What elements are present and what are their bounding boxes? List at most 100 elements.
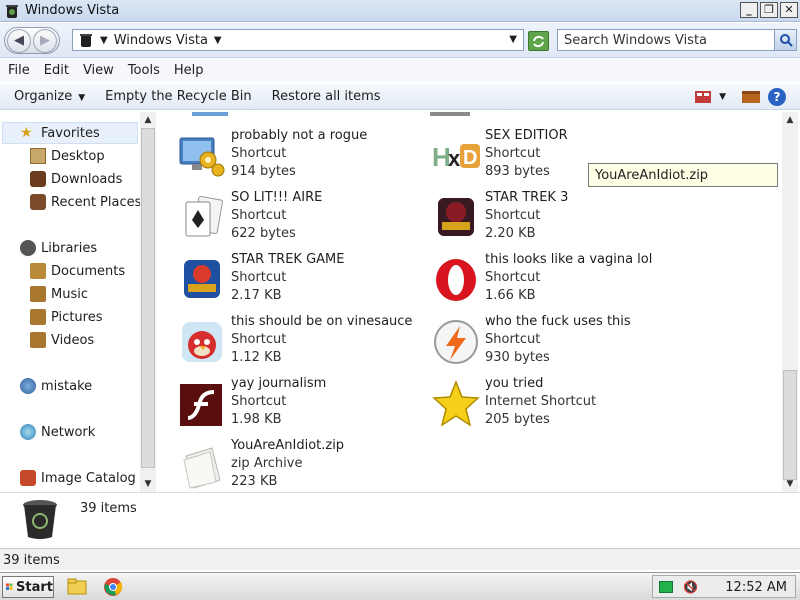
file-name: you tried <box>485 376 544 391</box>
list-item[interactable]: you tried Internet Shortcut 205 bytes <box>414 372 654 432</box>
path-dropdown-icon[interactable]: ▼ <box>214 35 222 46</box>
nav-desktop[interactable]: Desktop <box>30 146 105 166</box>
volume-muted-icon[interactable]: 🔇 <box>683 580 698 594</box>
tray-app-icon[interactable] <box>659 580 673 593</box>
nav-downloads[interactable]: Downloads <box>30 169 122 189</box>
file-name: STAR TREK GAME <box>231 252 345 267</box>
chevron-down-icon[interactable]: ▼ <box>719 92 726 102</box>
angry-birds-star-wars-icon <box>184 260 220 298</box>
menu-tools[interactable]: Tools <box>128 63 167 78</box>
preview-pane-icon[interactable] <box>742 91 760 103</box>
file-size: 914 bytes <box>231 164 296 179</box>
file-type: zip Archive <box>231 456 303 471</box>
system-tray: 🔇 12:52 AM <box>652 575 796 598</box>
nav-scroll-thumb[interactable] <box>141 128 155 468</box>
search-icon <box>779 34 793 47</box>
nav-libraries[interactable]: Libraries <box>20 238 97 258</box>
navigation-buttons: ◀ ▶ <box>4 27 60 54</box>
windows-logo-icon <box>6 583 13 591</box>
file-list-scrollbar[interactable]: ▲ ▼ <box>782 112 798 492</box>
file-name: SEX EDITIOR <box>485 128 568 143</box>
tooltip: YouAreAnIdiot.zip <box>588 163 778 187</box>
nav-favorites[interactable]: ★ Favorites <box>20 123 100 143</box>
svg-text:D: D <box>463 147 477 169</box>
maximize-button[interactable]: ❐ <box>760 2 778 18</box>
gears-monitor-icon <box>179 137 225 177</box>
list-item[interactable]: this should be on vinesauce Shortcut 1.1… <box>160 310 412 370</box>
back-arrow-icon: ◀ <box>14 33 24 48</box>
nav-music[interactable]: Music <box>30 284 88 304</box>
nav-label: Recent Places <box>51 194 140 210</box>
help-button[interactable]: ? <box>768 88 786 106</box>
list-item[interactable]: yay journalism Shortcut 1.98 KB <box>160 372 400 432</box>
file-type: Shortcut <box>231 332 287 347</box>
star-icon: ★ <box>20 125 33 141</box>
menu-view[interactable]: View <box>83 63 121 78</box>
file-name: yay journalism <box>231 376 327 391</box>
close-button[interactable]: ✕ <box>780 2 798 18</box>
address-path[interactable]: Windows Vista <box>114 33 208 48</box>
menu-edit[interactable]: Edit <box>44 63 76 78</box>
refresh-button[interactable] <box>528 31 549 51</box>
partial-file-icon <box>192 112 228 116</box>
scroll-up-icon[interactable]: ▲ <box>782 112 798 128</box>
scroll-down-icon[interactable]: ▼ <box>782 476 798 492</box>
chrome-icon <box>104 578 123 596</box>
organize-button[interactable]: Organize ▼ <box>14 89 85 104</box>
path-separator-icon[interactable]: ▼ <box>100 35 108 46</box>
scroll-up-icon[interactable]: ▲ <box>140 112 156 128</box>
file-size: 1.12 KB <box>231 350 282 365</box>
nav-recent-places[interactable]: Recent Places <box>30 192 140 212</box>
minimize-button[interactable]: _ <box>740 2 758 18</box>
menu-help[interactable]: Help <box>174 63 211 78</box>
history-dropdown-icon[interactable]: ▼ <box>509 34 517 45</box>
scroll-down-icon[interactable]: ▼ <box>140 476 156 492</box>
taskbar-explorer-button[interactable] <box>66 576 88 598</box>
back-button[interactable]: ◀ <box>7 28 31 53</box>
empty-recycle-bin-button[interactable]: Empty the Recycle Bin <box>105 89 251 104</box>
list-item[interactable]: who the fuck uses this Shortcut 930 byte… <box>414 310 654 370</box>
search-placeholder[interactable]: Search Windows Vista <box>564 33 707 48</box>
nav-scrollbar[interactable]: ▲ ▼ <box>140 112 156 492</box>
file-type: Shortcut <box>231 146 287 161</box>
search-button[interactable] <box>774 30 796 50</box>
file-type: Shortcut <box>231 208 287 223</box>
view-options-icon[interactable] <box>695 91 712 103</box>
file-name: SO LIT!!! AIRE <box>231 190 323 205</box>
file-name: YouAreAnIdiot.zip <box>231 438 345 453</box>
list-item[interactable]: this looks like a vagina lol Shortcut 1.… <box>414 248 654 308</box>
list-item[interactable]: STAR TREK GAME Shortcut 2.17 KB <box>160 248 400 308</box>
partial-file-icon <box>430 112 470 116</box>
list-item[interactable]: STAR TREK 3 Shortcut 2.20 KB <box>414 186 654 246</box>
command-bar: Organize ▼ Empty the Recycle Bin Restore … <box>0 84 800 110</box>
nav-image-catalog[interactable]: Image Catalog <box>20 468 136 488</box>
nav-pictures[interactable]: Pictures <box>30 307 102 327</box>
clock[interactable]: 12:52 AM <box>725 580 787 595</box>
nav-documents[interactable]: Documents <box>30 261 125 281</box>
file-list-scroll-thumb[interactable] <box>783 370 797 480</box>
file-size: 622 bytes <box>231 226 296 241</box>
taskbar: Start 🔇 12:52 AM <box>0 572 800 600</box>
nav-network[interactable]: Network <box>20 422 95 442</box>
gold-star-icon <box>432 380 480 427</box>
window-title: Windows Vista <box>25 3 120 18</box>
folder-icon <box>67 578 87 595</box>
restore-all-button[interactable]: Restore all items <box>272 89 381 104</box>
list-item[interactable]: SO LIT!!! AIRE Shortcut 622 bytes <box>160 186 400 246</box>
address-bar[interactable]: ▼ Windows Vista ▼ ▼ <box>72 29 524 51</box>
menu-file[interactable]: File <box>8 63 37 78</box>
start-button[interactable]: Start <box>2 576 54 598</box>
list-item[interactable]: YouAreAnIdiot.zip zip Archive 223 KB <box>160 434 400 492</box>
file-size: 930 bytes <box>485 350 550 365</box>
nav-videos[interactable]: Videos <box>30 330 94 350</box>
nav-label: Music <box>51 286 88 302</box>
nav-mistake[interactable]: mistake <box>20 376 92 396</box>
forward-button[interactable]: ▶ <box>33 28 57 53</box>
nav-label: Network <box>41 424 96 440</box>
taskbar-chrome-button[interactable] <box>102 576 124 598</box>
search-box[interactable]: Search Windows Vista <box>557 29 797 51</box>
list-item[interactable]: probably not a rogue Shortcut 914 bytes <box>160 124 400 184</box>
details-pane: 39 items <box>0 492 800 548</box>
downloads-icon <box>30 171 46 187</box>
file-size: 1.66 KB <box>485 288 536 303</box>
